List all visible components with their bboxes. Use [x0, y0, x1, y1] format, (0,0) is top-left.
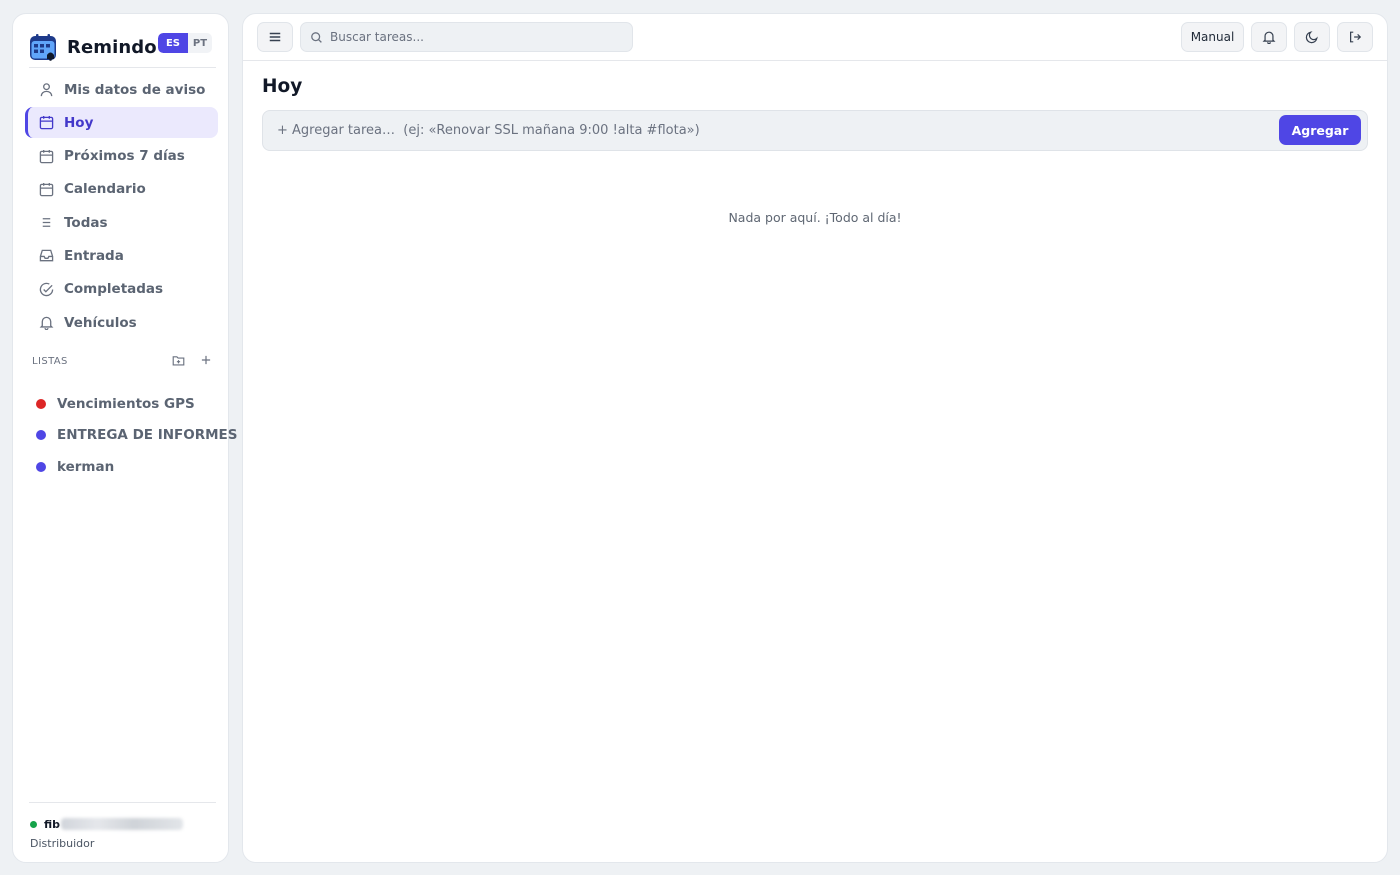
logout-icon	[1348, 30, 1362, 44]
moon-icon	[1305, 30, 1319, 44]
add-task-button[interactable]: Agregar	[1279, 115, 1361, 145]
calendar-icon	[38, 181, 54, 197]
calendar-icon	[38, 115, 54, 131]
add-task-bar: Agregar	[262, 110, 1368, 151]
notifications-button[interactable]	[1251, 22, 1287, 52]
lists-actions	[170, 352, 214, 368]
bell-icon	[38, 315, 54, 331]
list-color-dot	[36, 430, 46, 441]
main-panel: Manual Hoy Agregar Nada por aquí. ¡Todo …	[242, 13, 1388, 863]
user-name: fib	[44, 817, 61, 831]
empty-state-message: Nada por aquí. ¡Todo al día!	[728, 210, 902, 225]
search-input[interactable]	[330, 30, 620, 44]
nav-item-todas[interactable]: Todas	[25, 207, 218, 238]
list-item-entrega-de-informes[interactable]: ENTREGA DE INFORMES	[36, 420, 238, 452]
nav-item-proximos[interactable]: Próximos 7 días	[25, 141, 218, 172]
list-item-label: kerman	[57, 458, 115, 475]
nav-item-completadas[interactable]: Completadas	[25, 274, 218, 305]
nav-item-vehiculos[interactable]: Vehículos	[25, 307, 218, 338]
nav-item-label: Completadas	[64, 281, 164, 298]
divider	[29, 802, 216, 803]
new-folder-icon[interactable]	[170, 352, 186, 368]
nav-item-label: Entrada	[64, 247, 124, 264]
search-icon	[310, 31, 323, 44]
nav-item-label: Calendario	[64, 181, 146, 198]
nav-item-hoy[interactable]: Hoy	[25, 107, 218, 139]
lists-title: LISTAS	[32, 355, 68, 367]
nav-item-calendario[interactable]: Calendario	[25, 174, 218, 205]
add-task-input[interactable]	[277, 111, 1267, 150]
calendar-icon	[38, 148, 54, 164]
topbar-actions: Manual	[1181, 22, 1373, 52]
nav-item-entrada[interactable]: Entrada	[25, 240, 218, 271]
search-box	[300, 22, 633, 52]
menu-toggle-button[interactable]	[257, 22, 293, 52]
hamburger-icon	[268, 30, 282, 44]
list-color-dot	[36, 398, 46, 409]
online-status-dot	[30, 820, 37, 828]
app-name: Remindo	[67, 36, 157, 58]
lists-header: LISTAS	[32, 352, 214, 370]
nav-item-label: Mis datos de aviso	[64, 81, 206, 98]
list-icon	[38, 215, 54, 231]
sidebar: Remindo ES PT Mis datos de aviso Hoy Pró…	[12, 13, 238, 863]
language-switch: ES PT	[158, 33, 212, 53]
bell-icon	[1262, 30, 1276, 44]
dark-mode-button[interactable]	[1294, 22, 1330, 52]
nav-item-label: Vehículos	[64, 314, 137, 331]
logout-button[interactable]	[1337, 22, 1373, 52]
main-nav: Mis datos de aviso Hoy Próximos 7 días C…	[25, 74, 218, 340]
brand: Remindo ES PT	[29, 28, 212, 66]
add-list-icon[interactable]	[198, 352, 214, 368]
list-item-vencimientos-gps[interactable]: Vencimientos GPS	[36, 388, 236, 420]
list-color-dot	[36, 461, 46, 472]
manual-button[interactable]: Manual	[1181, 22, 1244, 52]
topbar: Manual	[243, 14, 1387, 61]
inbox-icon	[38, 248, 54, 264]
list-item-kerman[interactable]: kerman	[36, 451, 236, 483]
list-item-label: ENTREGA DE INFORMES	[57, 427, 238, 444]
user-role: Distribuidor	[30, 837, 95, 850]
nav-item-label: Hoy	[64, 114, 94, 131]
page-title: Hoy	[262, 76, 303, 97]
calendar-bell-icon	[29, 33, 57, 61]
list-item-label: Vencimientos GPS	[57, 395, 195, 412]
user-info: fib Distribuidor	[30, 817, 184, 850]
user-email-redacted	[61, 818, 184, 830]
lists: Vencimientos GPS ENTREGA DE INFORMES ker…	[36, 388, 238, 483]
user-icon	[38, 82, 54, 98]
lang-es-button[interactable]: ES	[158, 33, 188, 53]
divider	[29, 67, 216, 68]
lang-pt-button[interactable]: PT	[188, 33, 212, 53]
nav-item-label: Próximos 7 días	[64, 148, 185, 165]
nav-item-mis-datos[interactable]: Mis datos de aviso	[25, 74, 218, 105]
nav-item-label: Todas	[64, 214, 108, 231]
check-circle-icon	[38, 281, 54, 297]
